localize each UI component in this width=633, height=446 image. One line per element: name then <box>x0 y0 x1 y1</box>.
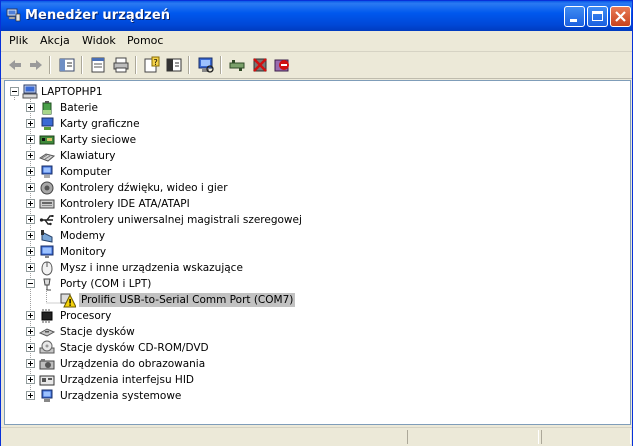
port-icon <box>43 278 51 291</box>
tree-item-label[interactable]: Karty graficzne <box>60 117 140 131</box>
tree-item-label[interactable]: Mysz i inne urządzenia wskazujące <box>60 261 243 275</box>
tree-item-label[interactable]: Modemy <box>60 229 105 243</box>
tree-item-label[interactable]: Porty (COM i LPT) <box>60 277 151 291</box>
menu-plik[interactable]: Plik <box>9 34 28 47</box>
scan-hardware-icon[interactable] <box>197 56 215 74</box>
expand-toggle[interactable] <box>26 231 35 240</box>
show-hide-console-tree-icon[interactable] <box>165 56 183 74</box>
modem-icon <box>41 230 53 243</box>
svg-text:?: ? <box>154 58 158 67</box>
computer-icon <box>41 165 53 178</box>
status-panel <box>407 430 539 444</box>
up-icon[interactable] <box>58 56 76 74</box>
network-card-icon <box>39 135 55 145</box>
expand-toggle[interactable] <box>26 135 35 144</box>
title-bar[interactable]: Menedżer urządzeń <box>1 1 632 31</box>
computer-root-icon <box>22 84 38 99</box>
tree-item-label[interactable]: Komputer <box>60 165 111 179</box>
expand-toggle[interactable] <box>26 327 35 336</box>
hid-icon <box>39 375 55 386</box>
expand-toggle[interactable] <box>26 199 35 208</box>
tree-item-label[interactable]: Karty sieciowe <box>60 133 136 147</box>
collapse-toggle[interactable] <box>26 279 35 288</box>
expand-toggle[interactable] <box>26 151 35 160</box>
disable-device-icon[interactable] <box>251 56 269 74</box>
device-manager-window: Menedżer urządzeń Plik Akcja Widok Pomoc… <box>0 0 633 446</box>
tree-item-label[interactable]: Urządzenia do obrazowania <box>60 357 205 371</box>
toolbar-separator <box>220 56 222 74</box>
tree-item-label[interactable]: Klawiatury <box>60 149 115 163</box>
toolbar-separator <box>49 56 51 74</box>
menu-widok[interactable]: Widok <box>82 34 116 47</box>
sound-icon <box>40 181 54 195</box>
maximize-button[interactable] <box>587 6 608 27</box>
expand-toggle[interactable] <box>26 263 35 272</box>
tree-item-label[interactable]: Kontrolery dźwięku, wideo i gier <box>60 181 228 195</box>
tree-item-label-selected[interactable]: Prolific USB-to-Serial Comm Port (COM7) <box>79 293 296 307</box>
expand-toggle[interactable] <box>26 343 35 352</box>
warning-device-icon <box>60 293 76 308</box>
menu-akcja[interactable]: Akcja <box>40 34 70 47</box>
tree-item-label[interactable]: Stacje dysków CD-ROM/DVD <box>60 341 209 355</box>
tree-item-label[interactable]: Procesory <box>60 309 111 323</box>
expand-toggle[interactable] <box>26 215 35 224</box>
battery-icon <box>42 101 52 115</box>
device-manager-icon <box>6 8 21 22</box>
tree-item-label[interactable]: Baterie <box>60 101 98 115</box>
usb-icon <box>39 215 54 226</box>
menu-bar: Plik Akcja Widok Pomoc <box>1 31 632 52</box>
mouse-icon <box>41 261 53 276</box>
tree-item-label[interactable]: Urządzenia interfejsu HID <box>60 373 194 387</box>
tree-item-label[interactable]: Urządzenia systemowe <box>60 389 181 403</box>
forward-icon[interactable] <box>27 56 45 74</box>
close-button[interactable] <box>610 6 631 27</box>
expand-toggle[interactable] <box>26 359 35 368</box>
expand-toggle[interactable] <box>26 103 35 112</box>
keyboard-icon <box>39 153 55 162</box>
help-icon[interactable]: ? <box>143 56 161 74</box>
toolbar-separator <box>188 56 190 74</box>
display-adapter-icon <box>41 117 54 130</box>
tree-item-label[interactable]: Stacje dysków <box>60 325 135 339</box>
print-icon[interactable] <box>112 56 130 74</box>
expand-toggle[interactable] <box>26 167 35 176</box>
menu-pomoc[interactable]: Pomoc <box>127 34 163 47</box>
close-icon <box>615 11 626 22</box>
ide-controller-icon <box>39 199 55 209</box>
minimize-icon <box>570 19 577 22</box>
disk-drive-icon <box>39 328 55 337</box>
expand-toggle[interactable] <box>26 375 35 384</box>
processor-icon <box>41 309 53 323</box>
window-title: Menedżer urządzeń <box>25 8 171 23</box>
toolbar: ? <box>1 52 632 79</box>
system-device-icon <box>41 389 53 402</box>
device-tree[interactable]: LAPTOPHP1 Baterie Karty graficzne Karty … <box>4 80 631 425</box>
back-icon[interactable] <box>6 56 24 74</box>
maximize-icon <box>592 11 603 21</box>
expand-toggle[interactable] <box>26 119 35 128</box>
toolbar-separator <box>135 56 137 74</box>
cdrom-icon <box>39 340 55 354</box>
tree-item-label[interactable]: Kontrolery IDE ATA/ATAPI <box>60 197 190 211</box>
monitor-icon <box>40 245 54 258</box>
expand-toggle[interactable] <box>26 247 35 256</box>
minimize-button[interactable] <box>564 6 585 27</box>
tree-root-label[interactable]: LAPTOPHP1 <box>41 85 103 99</box>
uninstall-device-icon[interactable] <box>273 56 291 74</box>
update-driver-icon[interactable] <box>228 56 246 74</box>
tree-item-label[interactable]: Monitory <box>60 245 106 259</box>
status-panel <box>541 430 631 444</box>
tree-item-label[interactable]: Kontrolery uniwersalnej magistrali szere… <box>60 213 302 227</box>
expand-toggle[interactable] <box>26 391 35 400</box>
collapse-toggle[interactable] <box>10 87 19 96</box>
expand-toggle[interactable] <box>26 183 35 192</box>
status-bar <box>1 427 632 446</box>
toolbar-separator <box>81 56 83 74</box>
properties-icon[interactable] <box>89 56 107 74</box>
expand-toggle[interactable] <box>26 311 35 320</box>
imaging-icon <box>39 359 55 370</box>
